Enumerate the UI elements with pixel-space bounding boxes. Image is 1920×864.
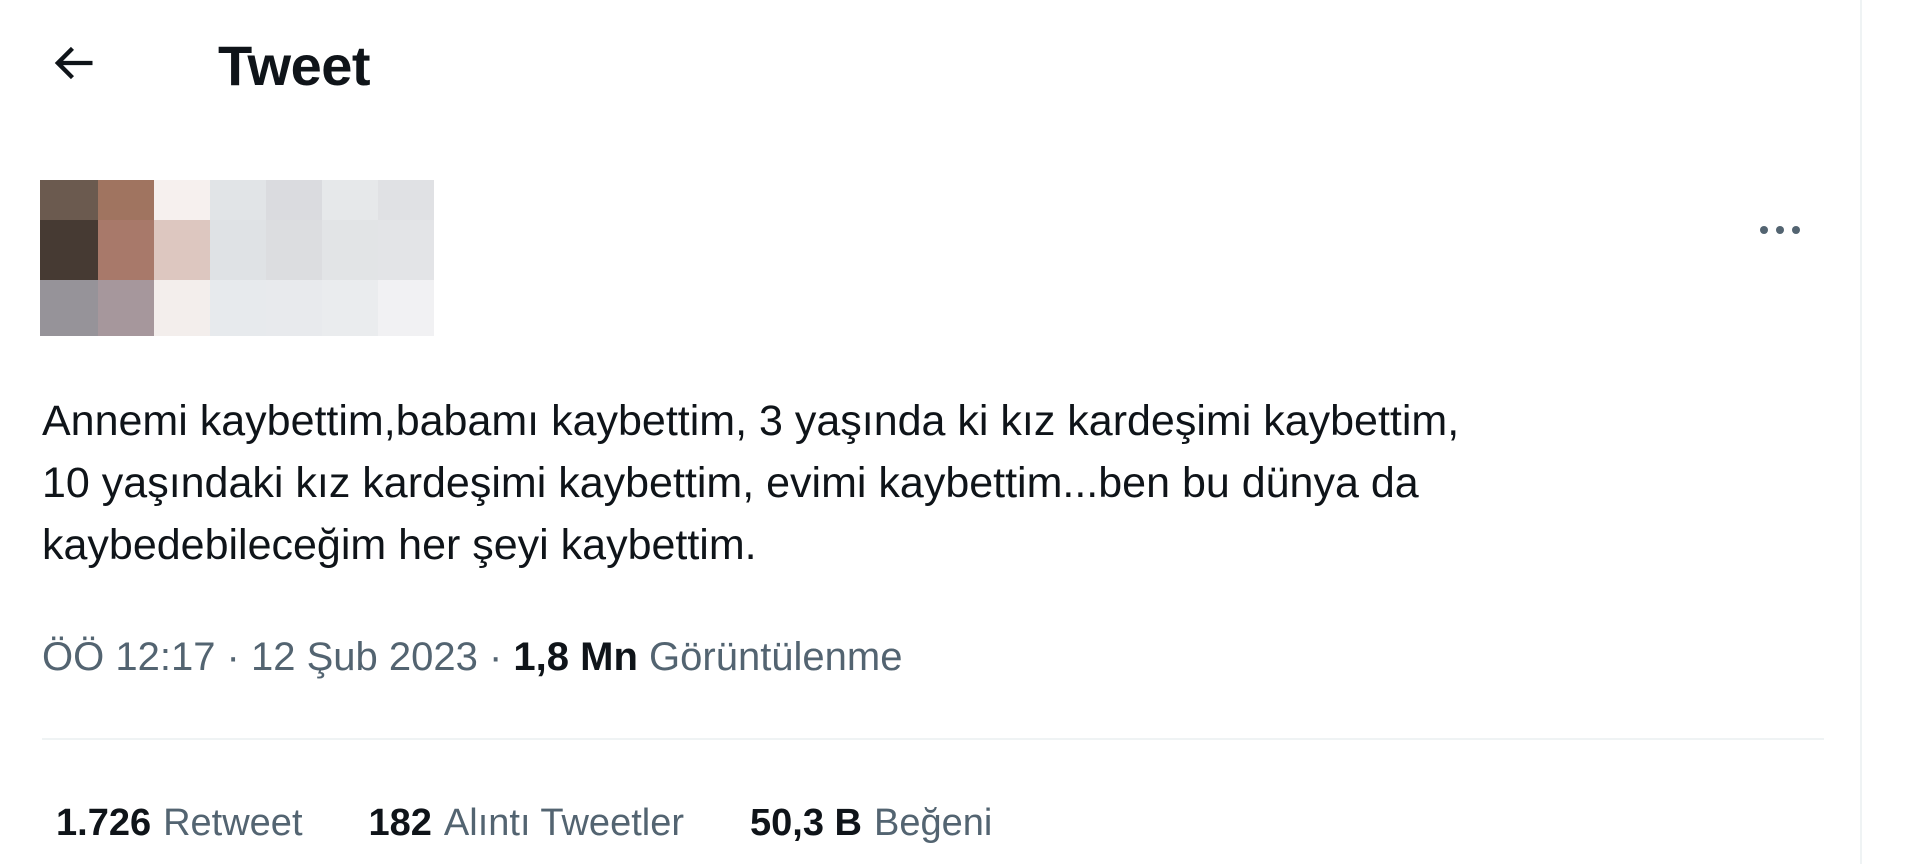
- quotes-count: 182: [368, 802, 432, 844]
- back-button[interactable]: [38, 28, 108, 98]
- retweets-count: 1.726: [56, 802, 152, 844]
- likes-stat[interactable]: 50,3 B Beğeni: [750, 798, 992, 848]
- more-options-button[interactable]: [1740, 200, 1820, 260]
- tweet-timestamp-link[interactable]: ÖÖ 12:17 · 12 Şub 2023: [42, 635, 478, 679]
- tweet-text: Annemi kaybettim,babamı kaybettim, 3 yaş…: [42, 397, 1460, 569]
- quotes-stat[interactable]: 182 Alıntı Tweetler: [369, 798, 685, 848]
- retweets-label: Retweet: [163, 802, 303, 844]
- engagement-stats: 1.726 Retweet 182 Alıntı Tweetler 50,3 B Be…: [56, 798, 992, 848]
- header: Tweet: [0, 0, 1860, 130]
- tweet-time: ÖÖ 12:17: [42, 635, 216, 679]
- column-divider: [1860, 0, 1862, 864]
- retweets-stat[interactable]: 1.726 Retweet: [56, 798, 303, 848]
- tweet-date: 12 Şub 2023: [250, 635, 478, 679]
- likes-count: 50,3 B: [750, 802, 862, 844]
- more-horizontal-icon: [1760, 226, 1800, 234]
- tweet-detail-page: Tweet Annemi kaybettim,babamı kaybettim,…: [0, 0, 1920, 864]
- avatar[interactable]: [40, 180, 452, 336]
- divider: [42, 738, 1824, 740]
- quotes-label: Alıntı Tweetler: [443, 802, 684, 844]
- arrow-left-icon: [54, 46, 93, 80]
- likes-label: Beğeni: [873, 802, 993, 844]
- views-count: 1,8 Mn: [513, 635, 638, 679]
- page-title: Tweet: [218, 34, 371, 97]
- tweet-meta: ÖÖ 12:17 · 12 Şub 2023 · 1,8 Mn Görüntül…: [42, 630, 903, 684]
- meta-separator: ·: [215, 635, 251, 679]
- meta-separator: ·: [477, 635, 514, 679]
- views-label: Görüntülenme: [649, 635, 903, 679]
- tweet-author-row: [40, 180, 1820, 340]
